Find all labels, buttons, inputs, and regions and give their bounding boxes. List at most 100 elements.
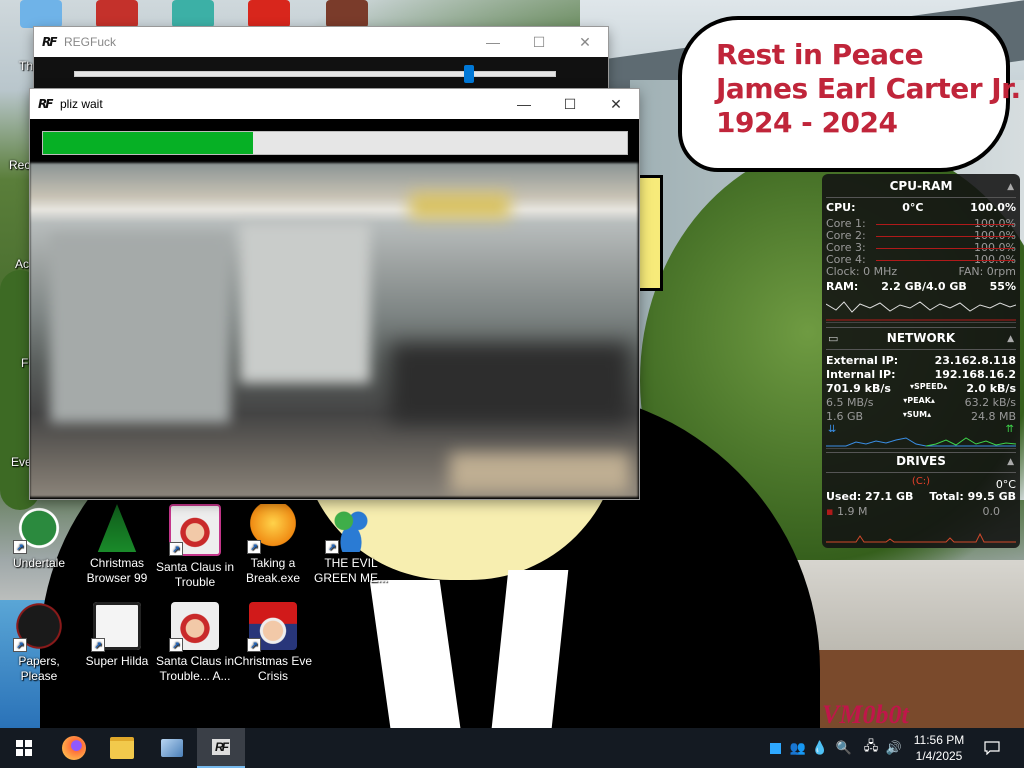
title-bar[interactable]: RF REGFuck — ☐ ✕ (34, 27, 608, 57)
bubble-line-2: James Earl Carter Jr. (716, 72, 1021, 105)
blurred-image (30, 163, 638, 497)
peak-label-text: PEAK (907, 396, 931, 405)
speed-label: ▾SPEED▴ (910, 382, 948, 391)
regfuck-icon: RF (212, 739, 230, 755)
divider (826, 327, 1016, 328)
progress-bar (42, 131, 628, 155)
image-region (450, 453, 630, 493)
start-button[interactable] (0, 728, 48, 768)
firefox-icon (62, 736, 86, 760)
sum-label: ▾SUM▴ (902, 410, 932, 419)
windows-logo-icon (16, 740, 32, 756)
ram-label: RAM: (826, 280, 859, 293)
image-region (240, 223, 370, 383)
internal-ip-row: Internal IP: 192.168.16.2 (826, 368, 1016, 381)
desktop-icon-santa-claus-in-trouble[interactable]: ↗ Santa Claus in Trouble (155, 504, 235, 590)
collapse-arrow-icon[interactable]: ▲ (1007, 457, 1014, 467)
notifications-icon[interactable] (978, 728, 1006, 768)
partial-icon-label[interactable]: Th (19, 59, 33, 73)
desktop-icon-evil-green-me[interactable]: ↗ THE EVIL GREEN ME... (311, 504, 391, 586)
desktop-icon-christmas-browser[interactable]: Christmas Browser 99 (77, 504, 157, 586)
taskbar: RF 👥 💧 🔍 🖧 🔊 11:56 PM 1/4/2025 (0, 728, 1024, 768)
collapse-arrow-icon[interactable]: ▲ (1007, 182, 1014, 192)
partial-desktop-icon[interactable] (326, 0, 368, 28)
desktop-icon-christmas-eve-crisis[interactable]: ↗ Christmas Eve Crisis (233, 602, 313, 684)
download-sum: 1.6 GB (826, 410, 864, 423)
divider (826, 197, 1016, 198)
upload-sum: 24.8 MB (970, 410, 1016, 423)
mcdonalds-icon[interactable] (248, 0, 290, 28)
partial-icon-label[interactable]: Eve (11, 455, 32, 469)
close-button[interactable]: ✕ (562, 27, 608, 57)
title-bar[interactable]: RF pliz wait — ☐ ✕ (30, 89, 639, 119)
regfuck-slider[interactable] (74, 65, 556, 83)
drive-used: Used: 27.1 GB (826, 490, 914, 503)
msn-people-icon: ↗ (325, 504, 375, 554)
tray-network-icon[interactable]: 🖧 (862, 728, 880, 768)
collapse-arrow-icon[interactable]: ▲ (1007, 334, 1014, 344)
tray-blue-square-icon[interactable] (768, 728, 782, 768)
taskbar-regfuck[interactable]: RF (197, 728, 245, 768)
desktop-icon-santa-claus-in-trouble-again[interactable]: ↗ Santa Claus in Trouble... A... (155, 602, 235, 684)
desktop-icon-label: Papers, Please (18, 654, 60, 683)
taskbar-clock[interactable]: 11:56 PM 1/4/2025 (904, 732, 974, 764)
partial-desktop-icon[interactable] (20, 0, 62, 28)
control-panel-icon (161, 739, 183, 757)
wallpaper-watermark: VM0b0t (822, 700, 909, 728)
partial-desktop-icon[interactable] (172, 0, 214, 28)
hilda-icon: ↗ (91, 602, 141, 652)
maximize-button[interactable]: ☐ (547, 89, 593, 119)
shortcut-arrow-icon: ↗ (247, 638, 261, 652)
upload-graph-line (925, 437, 1016, 447)
minimize-button[interactable]: — (470, 27, 516, 57)
tray-people-icon[interactable]: 👥 (788, 728, 808, 768)
tray-search-icon[interactable]: 🔍 (834, 728, 854, 768)
partial-desktop-icon[interactable] (96, 0, 138, 28)
fan-value: FAN: 0rpm (958, 265, 1017, 278)
system-monitor-gadget[interactable]: CPU-RAM ▲ CPU: 0°C 100.0% Core 1: 100.0% … (822, 174, 1020, 548)
regfuck-logo-icon: RF (42, 35, 57, 49)
download-speed: 701.9 kB/s (826, 382, 891, 395)
drive-graph-line (826, 532, 1016, 543)
core-bar (876, 236, 1014, 237)
maximize-button[interactable]: ☐ (516, 27, 562, 57)
external-ip-row: External IP: 23.162.8.118 (826, 354, 1016, 367)
desktop-icon-label: THE EVIL GREEN ME... (313, 556, 388, 585)
ram-graph-line (826, 301, 1016, 313)
desktop-icon-label: Santa Claus in Trouble (155, 560, 235, 589)
minimize-button[interactable]: — (501, 89, 547, 119)
desktop-icon-papers-please[interactable]: ↗ Papers, Please (0, 602, 79, 684)
desktop-icon-super-hilda[interactable]: ↗ Super Hilda (77, 602, 157, 669)
peak-label: ▾PEAK▴ (903, 396, 935, 405)
taskbar-control-panel[interactable] (148, 728, 196, 768)
pliz-wait-window[interactable]: RF pliz wait — ☐ ✕ (30, 89, 639, 499)
partial-icon-label[interactable]: Ac (15, 257, 29, 271)
file-explorer-icon (110, 737, 134, 759)
clock-row: Clock: 0 MHz FAN: 0rpm (826, 265, 1016, 278)
image-region (390, 343, 630, 423)
tray-volume-icon[interactable]: 🔊 (884, 728, 904, 768)
internal-ip-label: Internal IP: (826, 368, 896, 381)
taskbar-file-explorer[interactable] (98, 728, 146, 768)
desktop-icon-label: Taking a Break.exe (245, 556, 301, 585)
shortcut-arrow-icon: ↗ (91, 638, 105, 652)
desktop-icon-undertale[interactable]: ↗ Undertale (0, 504, 79, 571)
cpu-label: CPU: (826, 201, 856, 214)
core-bar (876, 248, 1014, 249)
desktop-icon-label: Super Hilda (85, 654, 149, 668)
shortcut-arrow-icon: ↗ (169, 638, 183, 652)
taskbar-firefox[interactable] (50, 728, 98, 768)
tray-drop-icon[interactable]: 💧 (812, 728, 828, 768)
speed-label-text: SPEED (914, 382, 944, 391)
divider (826, 349, 1016, 350)
upload-peak: 63.2 kB/s (964, 396, 1016, 409)
slider-thumb[interactable] (463, 65, 474, 83)
santa-icon: ↗ (169, 602, 219, 652)
cpu-ram-title: CPU-RAM (889, 179, 953, 193)
partial-icon-label[interactable]: Rec (9, 158, 30, 172)
progress-fill (43, 132, 254, 154)
desktop-icon-taking-a-break[interactable]: ↗ Taking a Break.exe (233, 504, 313, 586)
close-button[interactable]: ✕ (593, 89, 639, 119)
sum-row: 1.6 GB ▾SUM▴ 24.8 MB (826, 410, 1016, 423)
window-title: pliz wait (60, 97, 103, 111)
